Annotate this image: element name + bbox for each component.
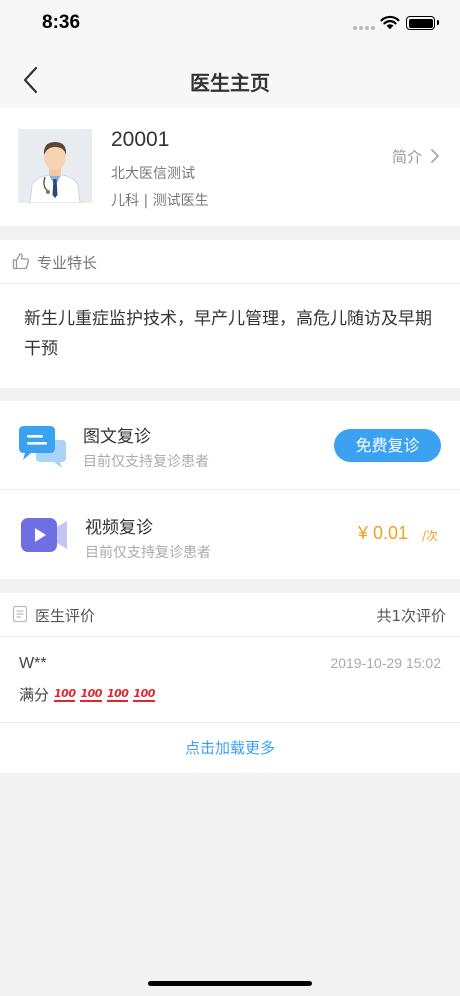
nav-bar: 医生主页	[0, 50, 460, 108]
review-header: 医生评价 共1次评价	[0, 593, 460, 637]
service-price-unit: /次	[422, 529, 439, 543]
review-label: 医生评价	[35, 607, 96, 625]
service-section: 图文复诊 目前仅支持复诊患者 免费复诊 视频复诊 目前仅支持复诊患者 ¥ 0.0…	[0, 401, 460, 579]
intro-link[interactable]: 简介	[392, 144, 440, 168]
review-count: 共1次评价	[376, 607, 446, 625]
hundred-points-icon: 100	[106, 686, 129, 702]
service-row-text-consult[interactable]: 图文复诊 目前仅支持复诊患者 免费复诊	[0, 401, 460, 490]
thumbs-up-icon	[12, 253, 30, 270]
status-bar: 8:36	[0, 0, 460, 50]
status-time: 8:36	[42, 12, 81, 33]
review-user: W**	[19, 655, 47, 672]
review-text-label: 满分	[19, 686, 50, 704]
service-subtitle: 目前仅支持复诊患者	[83, 454, 209, 470]
hundred-points-icon: 100	[54, 686, 76, 702]
page-title: 医生主页	[190, 71, 270, 95]
doctor-id: 20001	[111, 128, 170, 151]
doctor-organization: 北大医信测试	[111, 166, 195, 182]
doctor-avatar	[18, 129, 92, 203]
specialty-header: 专业特长	[0, 240, 460, 284]
home-indicator	[148, 981, 312, 986]
hundred-points-icon: 100	[80, 686, 102, 702]
service-price: ¥ 0.01	[358, 523, 409, 543]
document-icon	[12, 605, 28, 623]
service-row-video-consult[interactable]: 视频复诊 目前仅支持复诊患者 ¥ 0.01 /次	[0, 490, 460, 579]
intro-label: 简介	[391, 147, 422, 166]
review-date: 2019-10-29 15:02	[330, 655, 441, 671]
review-section: 医生评价 共1次评价 W** 2019-10-29 15:02 满分 100 1…	[0, 593, 460, 773]
service-title: 图文复诊	[83, 427, 151, 447]
chevron-right-icon	[431, 149, 439, 163]
doctor-avatar-image	[18, 129, 92, 203]
cellular-signal-icon	[353, 25, 375, 31]
specialty-label: 专业特长	[37, 254, 98, 272]
battery-icon	[406, 16, 439, 30]
doctor-card: 20001 北大医信测试 儿科 | 测试医生 简介	[0, 108, 460, 226]
service-subtitle: 目前仅支持复诊患者	[85, 545, 211, 561]
review-text: 满分 100 100 100 100	[19, 684, 155, 705]
specialty-body: 新生儿重症监护技术，早产儿管理，高危儿随访及早期干预	[0, 284, 460, 388]
review-item: W** 2019-10-29 15:02 满分 100 100 100 100	[0, 637, 460, 723]
video-camera-icon	[21, 518, 67, 552]
hundred-points-icon: 100	[133, 686, 155, 702]
load-more-button[interactable]: 点击加载更多	[0, 723, 460, 773]
doctor-department: 儿科 | 测试医生	[111, 193, 209, 209]
chat-bubble-icon	[19, 426, 66, 468]
free-consult-button[interactable]: 免费复诊	[334, 429, 441, 462]
service-title: 视频复诊	[85, 518, 153, 538]
specialty-text: 新生儿重症监护技术，早产儿管理，高危儿随访及早期干预	[24, 309, 432, 359]
wifi-icon	[380, 15, 400, 30]
